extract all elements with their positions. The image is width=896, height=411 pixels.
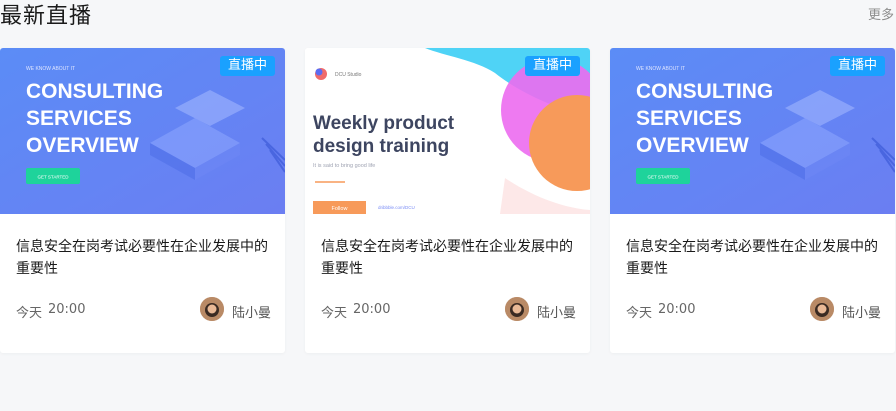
avatar[interactable] [505, 297, 529, 321]
more-link[interactable]: 更多 [868, 4, 894, 23]
thumb-line-2: SERVICES [26, 107, 132, 130]
card-day: 今天 [626, 306, 653, 321]
live-section: 最新直播 更多 WE KNOW ABOUT IT CONSULTING SERV… [0, 0, 896, 411]
thumb-line-2: design training [313, 136, 449, 157]
card-author: 陆小曼 [232, 306, 272, 321]
thumb-kicker: WE KNOW ABOUT IT [636, 66, 685, 72]
thumb-line-1: CONSULTING [26, 80, 163, 103]
card-author: 陆小曼 [842, 306, 882, 321]
section-title: 最新直播 [0, 4, 93, 29]
thumb-cta: Follow [332, 206, 348, 212]
thumb-brand: DCU Studio [335, 72, 362, 78]
thumb-line-3: OVERVIEW [636, 134, 749, 157]
live-card[interactable]: DCU Studio Weekly product design trainin… [305, 48, 590, 353]
avatar-image [505, 297, 529, 321]
card-title[interactable]: 信息安全在岗考试必要性在企业发展中的重要性 [321, 236, 579, 280]
card-title[interactable]: 信息安全在岗考试必要性在企业发展中的重要性 [626, 236, 884, 280]
card-thumbnail[interactable]: WE KNOW ABOUT IT CONSULTING SERVICES OVE… [0, 48, 285, 214]
thumb-cta: GET STARTED [37, 175, 69, 180]
live-badge: 直播中 [219, 56, 275, 76]
thumb-link: dribbble.com/DCU [378, 205, 415, 210]
thumb-line-3: OVERVIEW [26, 134, 139, 157]
card-title[interactable]: 信息安全在岗考试必要性在企业发展中的重要性 [16, 236, 274, 280]
avatar-image [200, 297, 224, 321]
live-badge: 直播中 [829, 56, 885, 76]
live-card[interactable]: WE KNOW ABOUT IT CONSULTING SERVICES OVE… [0, 48, 285, 353]
live-badge: 直播中 [524, 56, 580, 76]
thumb-line-1: CONSULTING [636, 80, 773, 103]
card-thumbnail[interactable]: DCU Studio Weekly product design trainin… [305, 48, 590, 214]
card-time: 20:00 [353, 302, 391, 317]
avatar[interactable] [200, 297, 224, 321]
live-card[interactable]: WE KNOW ABOUT IT CONSULTING SERVICES OVE… [610, 48, 895, 353]
card-thumbnail[interactable]: WE KNOW ABOUT IT CONSULTING SERVICES OVE… [610, 48, 895, 214]
card-day: 今天 [321, 306, 348, 321]
avatar-image [810, 297, 834, 321]
thumb-kicker: WE KNOW ABOUT IT [26, 66, 75, 72]
thumb-tagline: It is said to bring good life [313, 163, 375, 169]
thumb-line-1: Weekly product [313, 113, 455, 134]
thumb-line-2: SERVICES [636, 107, 742, 130]
card-day: 今天 [16, 306, 43, 321]
card-time: 20:00 [658, 302, 696, 317]
thumb-cta: GET STARTED [647, 175, 679, 180]
avatar[interactable] [810, 297, 834, 321]
card-author: 陆小曼 [537, 306, 577, 321]
card-time: 20:00 [48, 302, 86, 317]
